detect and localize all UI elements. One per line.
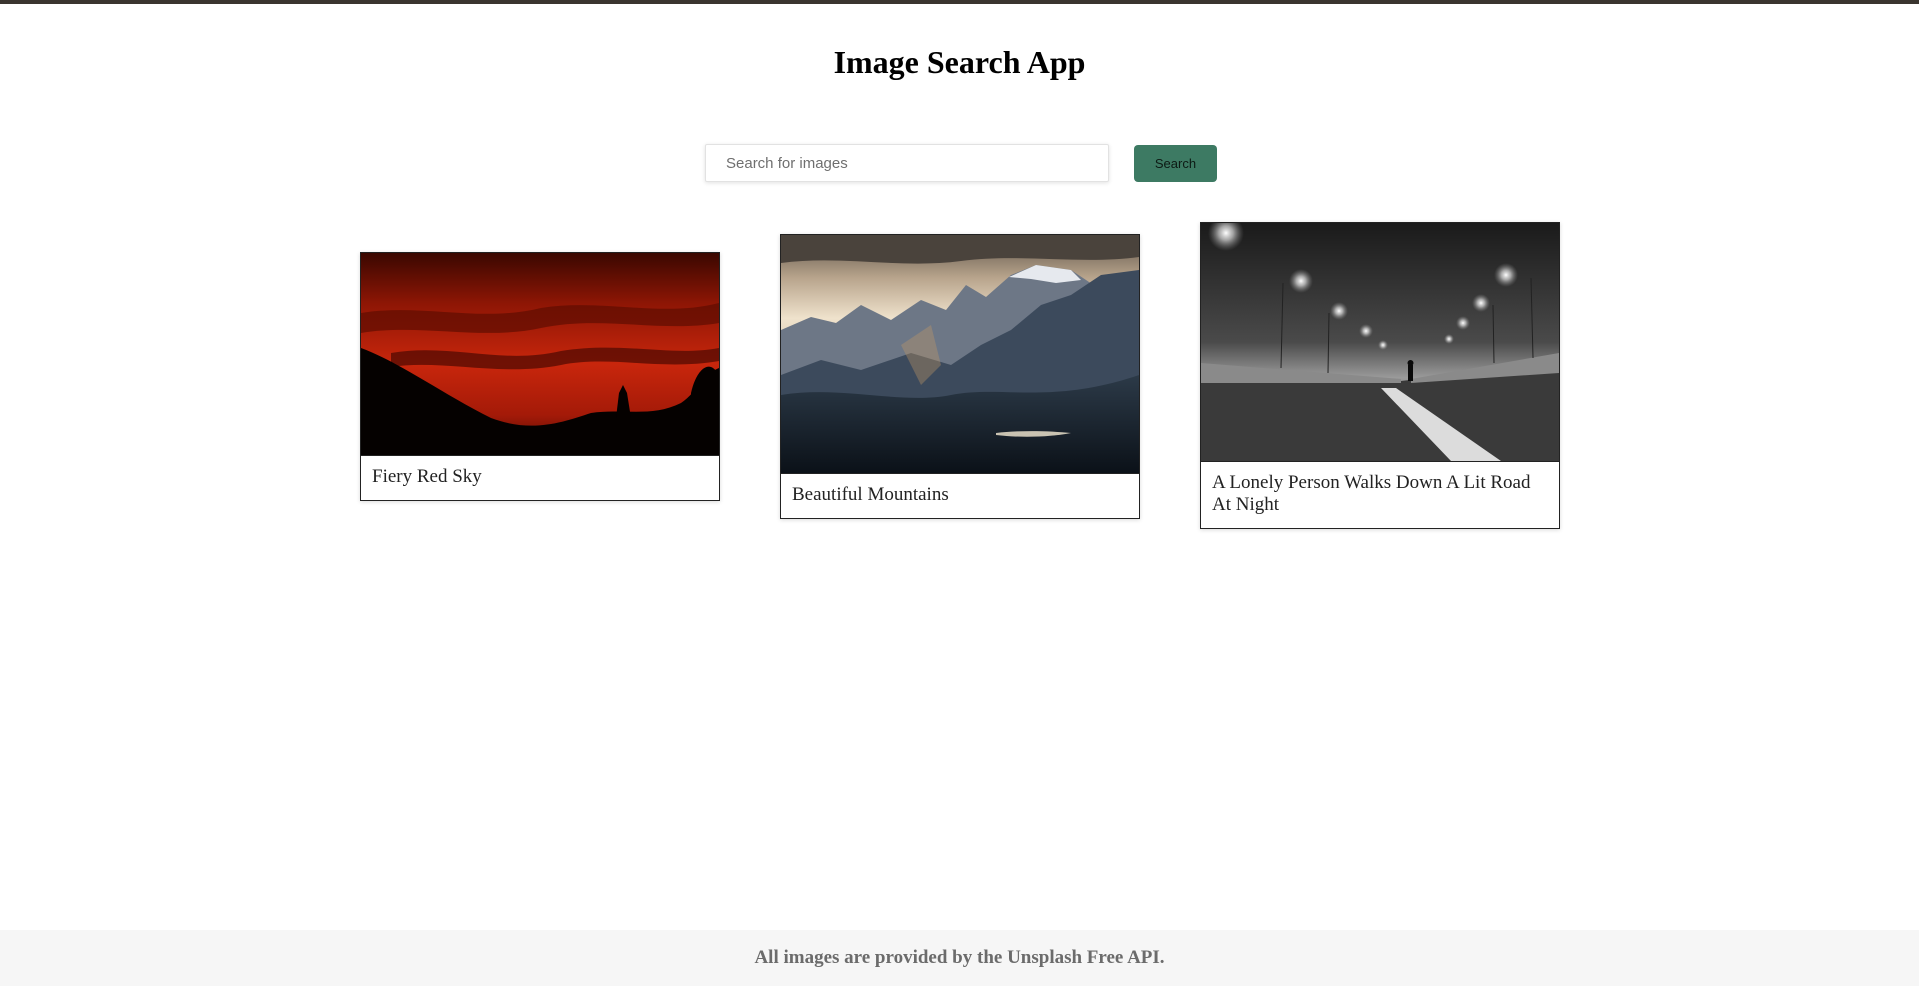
result-card[interactable]: Beautiful Mountains [780, 234, 1140, 519]
result-caption: Fiery Red Sky [361, 455, 719, 500]
result-card[interactable]: Fiery Red Sky [360, 252, 720, 501]
app-page: Image Search App Search for images Searc… [0, 0, 1919, 986]
search-input[interactable] [705, 144, 1109, 182]
search-form: Search [705, 144, 1217, 182]
result-image-lit-road[interactable] [1201, 223, 1559, 461]
footer: All images are provided by the Unsplash … [0, 930, 1919, 986]
result-card[interactable]: A Lonely Person Walks Down A Lit Road At… [1200, 222, 1560, 529]
result-image-mountains[interactable] [781, 235, 1139, 473]
page-title: Image Search App [833, 44, 1086, 80]
result-image-red-sky[interactable] [361, 253, 719, 455]
result-caption: A Lonely Person Walks Down A Lit Road At… [1201, 461, 1559, 528]
result-caption: Beautiful Mountains [781, 473, 1139, 518]
search-button[interactable]: Search [1134, 144, 1217, 182]
footer-attribution: All images are provided by the Unsplash … [754, 947, 1165, 968]
